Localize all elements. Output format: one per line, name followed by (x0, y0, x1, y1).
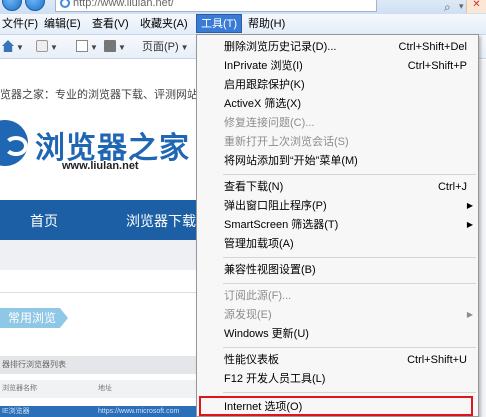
menu-item-label: 管理加载项(A) (224, 238, 294, 250)
ie-page-icon (60, 0, 70, 8)
search-icon[interactable]: ⌕ (444, 0, 451, 14)
forward-button[interactable] (25, 0, 45, 11)
menu-item-delete-history[interactable]: 删除浏览历史记录(D)... Ctrl+Shift+Del (197, 37, 478, 57)
menu-file[interactable]: 文件(F) (0, 14, 42, 34)
menu-item-fix-connection: 修复连接问题(C)... (197, 113, 478, 133)
close-icon[interactable]: ✕ (466, 0, 486, 13)
menu-item-inprivate[interactable]: InPrivate 浏览(I) Ctrl+Shift+P (197, 56, 478, 76)
menu-item-label: 查看下载(N) (224, 181, 284, 193)
row-url[interactable]: https://www.microsoft.com (98, 406, 179, 417)
menu-item-label: 将网站添加到“开始”菜单(M) (224, 155, 358, 167)
row-name: IE浏览器 (2, 408, 30, 415)
site-tagline: 览器之家：专业的浏览器下载、评测网站 (0, 89, 198, 101)
menu-separator (223, 347, 476, 348)
menu-item-label: 兼容性视图设置(B) (224, 264, 316, 276)
menu-item-windows-update[interactable]: Windows 更新(U) (197, 324, 478, 344)
menu-edit[interactable]: 编辑(E) (40, 14, 85, 34)
back-button[interactable] (2, 0, 22, 11)
menu-item-f12-devtools[interactable]: F12 开发人员工具(L) (197, 369, 478, 389)
menu-item-label: SmartScreen 筛选器(T) (224, 219, 339, 231)
site-nav: 首页 浏览器下载 (0, 200, 198, 240)
chevron-right-icon: ▶ (466, 201, 473, 210)
menu-item-smartscreen[interactable]: SmartScreen 筛选器(T) ▶ (197, 215, 478, 235)
feeds-button[interactable]: ▼ (36, 39, 58, 55)
menu-item-internet-options[interactable]: Internet 选项(O) (197, 397, 478, 417)
home-button[interactable]: ▼ (2, 39, 24, 55)
site-logo-url: www.liulan.net (62, 160, 139, 172)
menu-item-compat-view[interactable]: 兼容性视图设置(B) (197, 260, 478, 280)
menu-item-tracking-protection[interactable]: 启用跟踪保护(K) (197, 75, 478, 95)
menu-item-shortcut: Ctrl+J (437, 181, 467, 193)
menu-tools[interactable]: 工具(T) (196, 14, 243, 33)
table-header: 浏览器名称 地址 (0, 380, 198, 398)
menu-bar: 文件(F) 编辑(E) 查看(V) 收藏夹(A) 工具(T) 帮助(H) (0, 14, 486, 35)
menu-item-manage-addons[interactable]: 管理加载项(A) (197, 234, 478, 254)
chevron-down-icon: ▼ (118, 43, 126, 52)
menu-item-shortcut: Ctrl+Shift+P (407, 60, 467, 72)
chevron-down-icon: ▼ (16, 43, 24, 52)
menu-item-label: 订阅此源(F)... (224, 290, 292, 302)
menu-item-view-downloads[interactable]: 查看下载(N) Ctrl+J (197, 177, 478, 197)
logo-icon (0, 120, 28, 166)
rss-icon (36, 40, 48, 52)
page-menu-button[interactable]: 页面(P) ▼ (142, 39, 189, 55)
chevron-right-icon: ▶ (466, 220, 473, 229)
menu-view[interactable]: 查看(V) (88, 14, 133, 34)
menu-item-activex-filter[interactable]: ActiveX 筛选(X) (197, 94, 478, 114)
nav-browser-download[interactable]: 浏览器下载 (126, 211, 196, 231)
menu-separator (223, 257, 476, 258)
mail-button[interactable]: ▼ (76, 39, 98, 55)
menu-item-performance-dashboard[interactable]: 性能仪表板 Ctrl+Shift+U (197, 350, 478, 370)
menu-item-label: InPrivate 浏览(I) (224, 60, 303, 72)
menu-item-label: 重新打开上次浏览会话(S) (224, 136, 349, 148)
menu-item-popup-blocker[interactable]: 弹出窗口阻止程序(P) ▶ (197, 196, 478, 216)
menu-separator (223, 392, 476, 393)
menu-separator (223, 283, 476, 284)
column-url-header: 地址 (98, 385, 112, 392)
menu-item-label: Windows 更新(U) (224, 328, 309, 340)
menu-item-reopen-session: 重新打开上次浏览会话(S) (197, 132, 478, 152)
address-strip: http://www.liulan.net/ ⌕ ▾ ✕ (0, 0, 486, 14)
menu-item-label: 性能仪表板 (224, 354, 279, 366)
address-url: http://www.liulan.net/ (73, 0, 174, 9)
address-bar[interactable]: http://www.liulan.net/ (55, 0, 377, 12)
menu-item-label: 启用跟踪保护(K) (224, 79, 305, 91)
table-row[interactable]: IE浏览器 https://www.microsoft.com (0, 406, 198, 417)
menu-item-shortcut: Ctrl+Shift+Del (398, 41, 467, 53)
home-icon (2, 40, 14, 52)
menu-item-subscribe-feed: 订阅此源(F)... (197, 286, 478, 306)
menu-item-add-to-start[interactable]: 将网站添加到“开始”菜单(M) (197, 151, 478, 171)
menu-item-label: F12 开发人员工具(L) (224, 373, 326, 385)
menu-item-label: 源发现(E) (224, 309, 272, 321)
chevron-right-icon: ▶ (466, 310, 473, 319)
tools-menu: 删除浏览历史记录(D)... Ctrl+Shift+Del InPrivate … (196, 34, 479, 417)
menu-item-label: Internet 选项(O) (224, 401, 303, 413)
menu-favorites[interactable]: 收藏夹(A) (136, 14, 192, 34)
web-page: 览器之家：专业的浏览器下载、评测网站 浏览器之家 www.liulan.net … (0, 60, 198, 417)
site-gray-band (0, 240, 198, 270)
print-icon (104, 40, 116, 52)
page-background (478, 60, 486, 417)
list-header: 器排行浏览器列表 (0, 356, 198, 374)
divider (0, 292, 198, 293)
menu-item-shortcut: Ctrl+Shift+U (407, 354, 467, 366)
page-menu-label: 页面(P) (142, 41, 179, 53)
column-name-header: 浏览器名称 (2, 385, 37, 392)
menu-help[interactable]: 帮助(H) (244, 14, 289, 34)
chevron-down-icon: ▼ (50, 43, 58, 52)
chevron-down-icon: ▼ (90, 43, 98, 52)
chevron-down-icon: ▼ (180, 43, 189, 52)
nav-home[interactable]: 首页 (30, 211, 58, 231)
menu-item-label: ActiveX 筛选(X) (224, 98, 302, 110)
menu-item-label: 修复连接问题(C)... (224, 117, 315, 129)
menu-item-label: 弹出窗口阻止程序(P) (224, 200, 327, 212)
menu-item-feed-discovery: 源发现(E) ▶ (197, 305, 478, 325)
chevron-down-icon[interactable]: ▾ (459, 1, 464, 12)
menu-item-label: 删除浏览历史记录(D)... (224, 41, 337, 53)
menu-separator (223, 174, 476, 175)
section-tag: 常用浏览 (0, 308, 68, 328)
mail-icon (76, 40, 88, 52)
print-button[interactable]: ▼ (104, 39, 126, 55)
